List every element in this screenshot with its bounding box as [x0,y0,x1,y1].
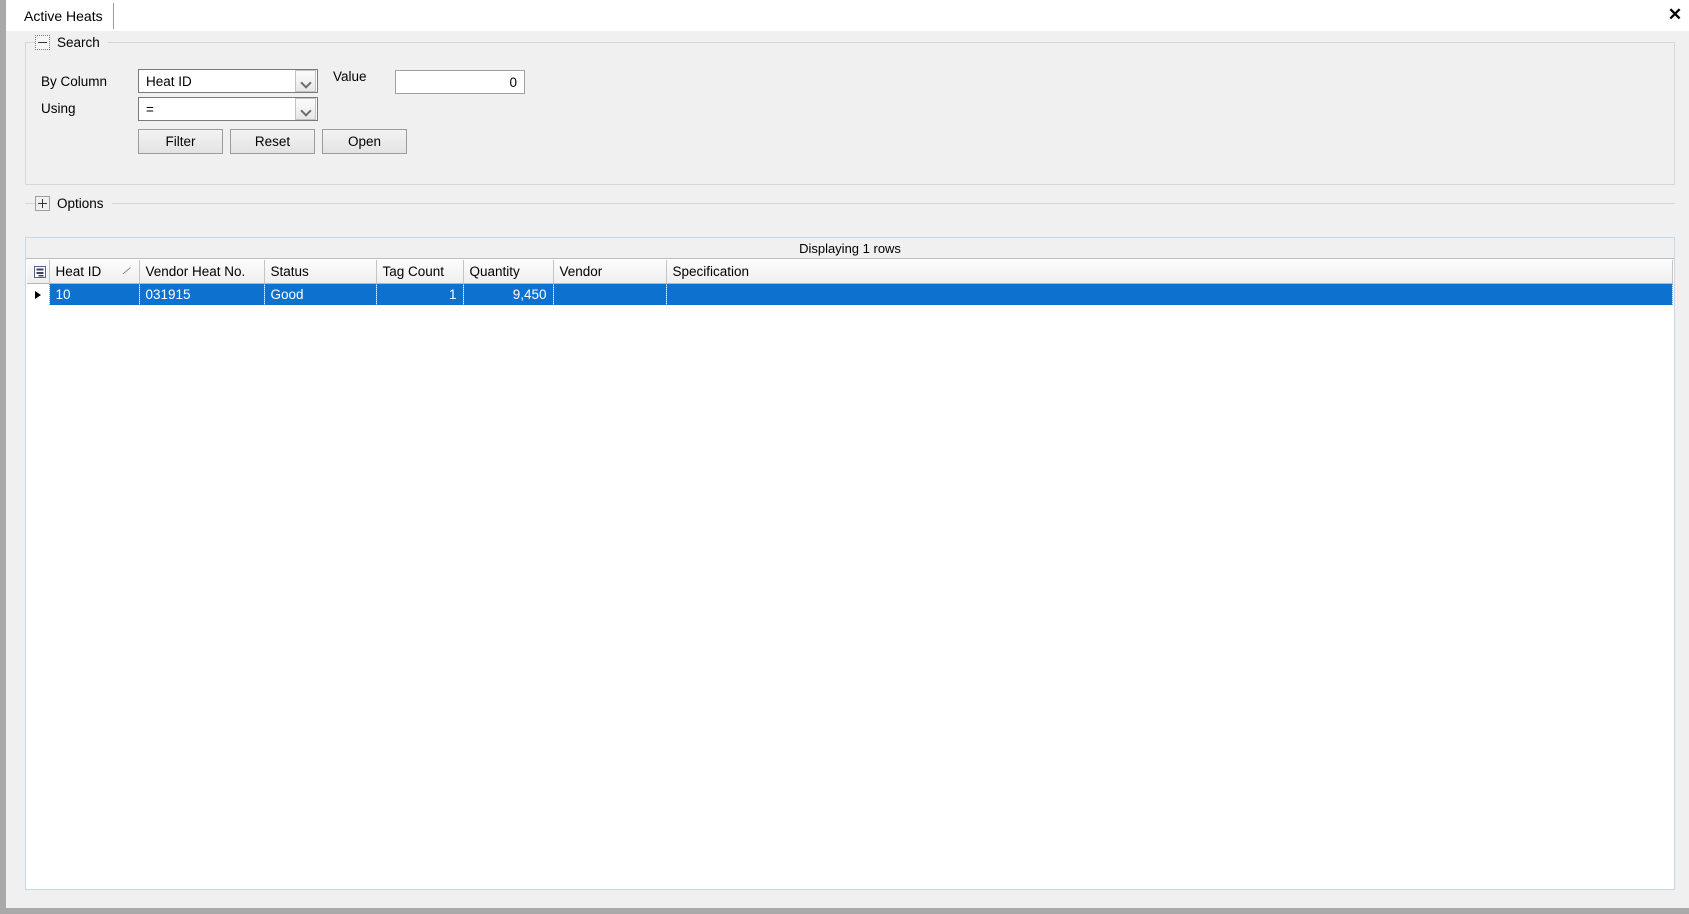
sort-ascending-icon: ⁄ [124,264,131,278]
content-area: Search By Column Heat ID Value 0 Using =… [12,31,1689,908]
column-header-label: Status [270,263,309,279]
using-value: = [146,101,154,117]
by-column-label: By Column [41,74,108,89]
tab-strip: Active Heats ✕ [6,0,1689,31]
column-header-label: Vendor [559,263,603,279]
minus-box-icon[interactable] [35,35,50,50]
column-header-label: Quantity [469,263,520,279]
options-group: Options [25,194,1675,220]
cell-status[interactable]: Good [264,283,377,305]
chevron-down-icon[interactable] [295,70,316,92]
value-input[interactable]: 0 [395,70,525,94]
close-icon[interactable]: ✕ [1663,3,1687,27]
open-button[interactable]: Open [322,129,407,154]
results-table: Heat ID ⁄ Vendor Heat No. Status Tag Cou… [27,260,1673,305]
search-group-header: Search [35,33,108,52]
tab-active-heats[interactable]: Active Heats [16,3,114,29]
grid-corner-icon [33,265,47,279]
using-label: Using [41,101,76,116]
reset-button[interactable]: Reset [230,129,315,154]
results-grid-panel: Displaying 1 rows Heat ID ⁄ Vendor Heat … [25,237,1675,890]
cell-heat-id[interactable]: 10 [49,283,140,305]
column-header-label: Tag Count [382,263,445,279]
by-column-select[interactable]: Heat ID [138,69,318,93]
cell-specification[interactable] [666,283,1673,305]
cell-vendor-heat-no[interactable]: 031915 [139,283,265,305]
column-header-vendor[interactable]: Vendor [553,260,667,284]
by-column-value: Heat ID [146,73,192,89]
column-header-label: Specification [672,263,750,279]
table-header-row: Heat ID ⁄ Vendor Heat No. Status Tag Cou… [27,260,1673,284]
options-group-frame [25,203,1675,204]
table-row[interactable]: 10 031915 Good 1 9,450 [27,283,1673,305]
row-indicator-cell [27,283,50,305]
grid-select-all-corner[interactable] [27,260,50,284]
application-window: Active Heats ✕ Search By Column Heat ID … [0,0,1689,914]
plus-box-icon[interactable] [35,196,50,211]
grid-row-count-label: Displaying 1 rows [26,238,1674,259]
current-row-caret-icon [34,291,41,300]
options-group-header: Options [35,194,112,213]
column-header-quantity[interactable]: Quantity [463,260,554,284]
tab-label: Active Heats [24,8,103,24]
column-header-heat-id[interactable]: Heat ID ⁄ [49,260,140,284]
column-header-status[interactable]: Status [264,260,377,284]
column-header-vendor-heat-no[interactable]: Vendor Heat No. [139,260,265,284]
using-select[interactable]: = [138,97,318,121]
column-header-label: Heat ID [55,263,102,279]
column-header-specification[interactable]: Specification [666,260,1673,284]
search-group: Search By Column Heat ID Value 0 Using =… [25,33,1675,185]
chevron-down-icon[interactable] [295,98,316,120]
column-header-tag-count[interactable]: Tag Count [376,260,464,284]
column-header-label: Vendor Heat No. [145,263,246,279]
search-group-title: Search [57,35,100,50]
cell-vendor[interactable] [553,283,667,305]
cell-tag-count[interactable]: 1 [376,283,464,305]
grid-body[interactable]: Heat ID ⁄ Vendor Heat No. Status Tag Cou… [27,260,1673,888]
cell-quantity[interactable]: 9,450 [463,283,554,305]
filter-button[interactable]: Filter [138,129,223,154]
options-group-title: Options [57,196,104,211]
value-label: Value [333,69,367,84]
